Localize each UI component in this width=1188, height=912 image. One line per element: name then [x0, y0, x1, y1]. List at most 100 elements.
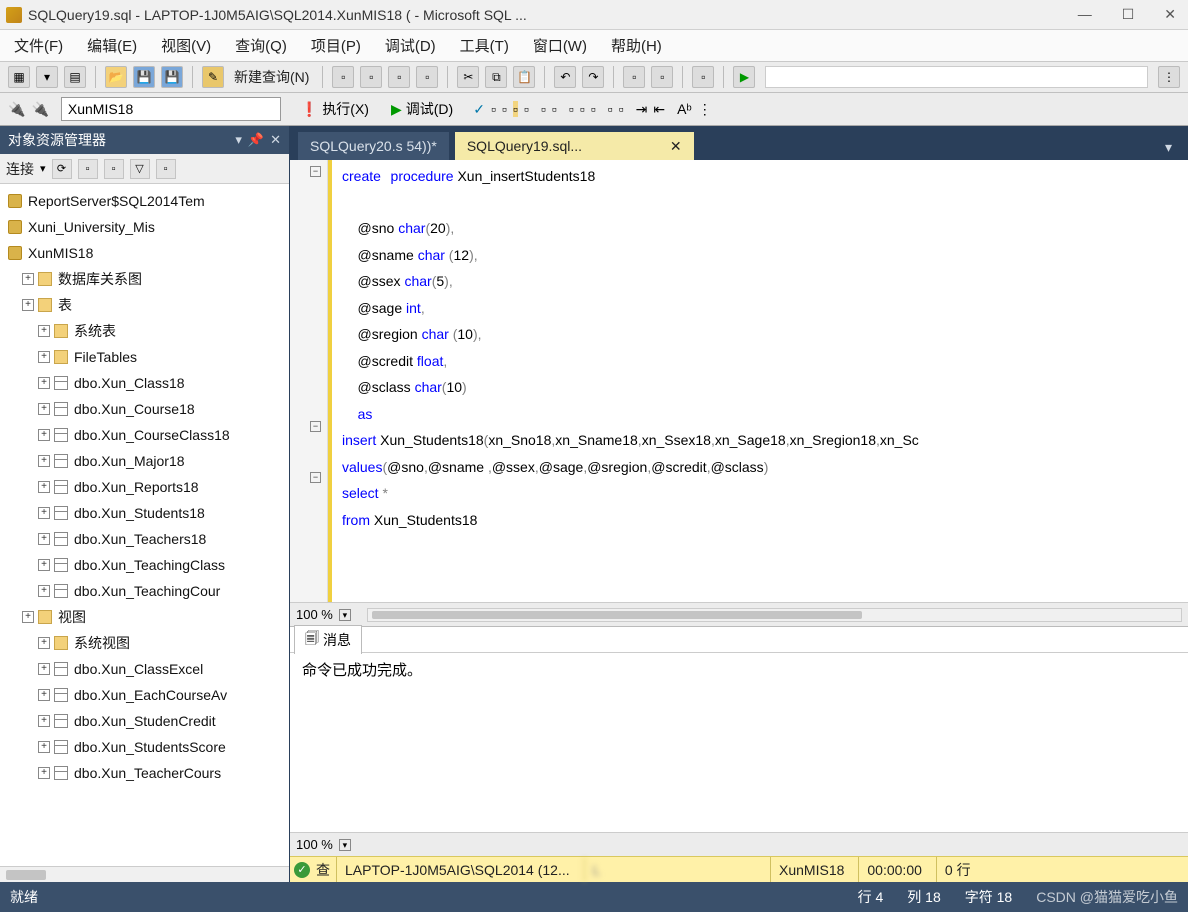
db-node[interactable]: ReportServer$SQL2014Tem [0, 188, 289, 214]
tree-node[interactable]: +系统视图 [0, 630, 289, 656]
ct-icon-5[interactable]: ▫ [156, 159, 176, 179]
tb2-icon-4[interactable]: ▫ [524, 101, 529, 117]
zoom-dropdown-icon[interactable]: ▾ [339, 609, 351, 621]
zoom-value[interactable]: 100 % [296, 607, 333, 622]
tree-node[interactable]: +系统表 [0, 318, 289, 344]
panel-close-icon[interactable]: ✕ [270, 132, 281, 148]
minimize-button[interactable]: — [1072, 6, 1098, 23]
db-node[interactable]: XunMIS18 [0, 240, 289, 266]
tb2-icon-5[interactable]: ▫ [541, 101, 546, 117]
tb-icon-5[interactable]: ▫ [623, 66, 645, 88]
dropdown-icon[interactable]: ▾ [235, 132, 242, 148]
tb-icon-3[interactable]: ▫ [388, 66, 410, 88]
fold-icon[interactable]: − [310, 421, 321, 432]
tb2-icon-3[interactable]: ▫ [513, 101, 518, 117]
tree-node[interactable]: +dbo.Xun_Major18 [0, 448, 289, 474]
db-node[interactable]: Xuni_University_Mis [0, 214, 289, 240]
connect-label[interactable]: 连接 [6, 159, 34, 179]
zoom-value[interactable]: 100 % [296, 837, 333, 852]
overflow2-icon[interactable]: ⋮ [698, 101, 712, 118]
menu-view[interactable]: 视图(V) [157, 33, 215, 58]
menu-query[interactable]: 查询(Q) [231, 33, 291, 58]
outdent-icon[interactable]: ⇤ [653, 101, 665, 118]
tree-node[interactable]: +数据库关系图 [0, 266, 289, 292]
fold-icon[interactable]: − [310, 472, 321, 483]
tree-node[interactable]: +dbo.Xun_TeachingCour [0, 578, 289, 604]
open-icon[interactable]: 📂 [105, 66, 127, 88]
connect-icon[interactable]: 🔌 [8, 101, 25, 118]
cut-icon[interactable]: ✂ [457, 66, 479, 88]
editor-horizontal-scrollbar[interactable] [367, 608, 1182, 622]
database-select[interactable] [61, 97, 281, 121]
new-icon[interactable]: ▦ [8, 66, 30, 88]
tb-icon-4[interactable]: ▫ [416, 66, 438, 88]
menu-help[interactable]: 帮助(H) [607, 33, 666, 58]
menu-file[interactable]: 文件(F) [10, 33, 67, 58]
tb2-icon-2[interactable]: ▫ [502, 101, 507, 117]
tb2-icon-10[interactable]: ▫ [608, 101, 613, 117]
tree-node[interactable]: +dbo.Xun_Reports18 [0, 474, 289, 500]
tb-icon-1[interactable]: ▫ [332, 66, 354, 88]
maximize-button[interactable]: ☐ [1116, 6, 1141, 23]
dropdown-icon[interactable]: ▾ [36, 66, 58, 88]
paste-icon[interactable]: 📋 [513, 66, 535, 88]
menu-tools[interactable]: 工具(T) [456, 33, 513, 58]
fold-icon[interactable]: − [310, 166, 321, 177]
tb-icon-7[interactable]: ▫ [692, 66, 714, 88]
debug-button[interactable]: ▶调试(D) [383, 97, 461, 121]
menu-debug[interactable]: 调试(D) [381, 33, 440, 58]
tab-overflow-icon[interactable]: ▾ [1157, 135, 1180, 160]
tree-node[interactable]: +dbo.Xun_Students18 [0, 500, 289, 526]
tree-node[interactable]: +dbo.Xun_StudenCredit [0, 708, 289, 734]
tree-node[interactable]: +dbo.Xun_Teachers18 [0, 526, 289, 552]
code-content[interactable]: create procedure Xun_insertStudents18 @s… [332, 160, 1188, 602]
saveall-icon[interactable]: 💾 [161, 66, 183, 88]
object-explorer-tree[interactable]: ReportServer$SQL2014Tem Xuni_University_… [0, 184, 289, 866]
tab-sqlquery19[interactable]: SQLQuery19.sql... ✕ [455, 132, 694, 160]
refresh-icon[interactable]: ⟳ [52, 159, 72, 179]
undo-icon[interactable]: ↶ [554, 66, 576, 88]
tree-node[interactable]: +表 [0, 292, 289, 318]
tb2-icon-8[interactable]: ▫ [580, 101, 585, 117]
tree-node[interactable]: +dbo.Xun_StudentsScore [0, 734, 289, 760]
tree-node[interactable]: +FileTables [0, 344, 289, 370]
menu-edit[interactable]: 编辑(E) [83, 33, 141, 58]
tab-sqlquery20[interactable]: SQLQuery20.s 54))* [298, 132, 449, 160]
filter-icon[interactable]: ▽ [130, 159, 150, 179]
menu-project[interactable]: 项目(P) [307, 33, 365, 58]
new-query-label[interactable]: 新建查询(N) [230, 67, 313, 87]
execute-button[interactable]: ❗执行(X) [293, 97, 377, 121]
pin-icon[interactable]: 📌 [248, 132, 264, 148]
search-box[interactable] [765, 66, 1148, 88]
grid-icon[interactable]: ▤ [64, 66, 86, 88]
tree-node[interactable]: +dbo.Xun_CourseClass18 [0, 422, 289, 448]
tb2-icon-9[interactable]: ▫ [591, 101, 596, 117]
tb2-icon-6[interactable]: ▫ [552, 101, 557, 117]
save-icon[interactable]: 💾 [133, 66, 155, 88]
tb2-icon-12[interactable]: Aᵇ [677, 101, 692, 117]
tree-horizontal-scrollbar[interactable] [0, 866, 289, 882]
copy-icon[interactable]: ⧉ [485, 66, 507, 88]
tb-icon-2[interactable]: ▫ [360, 66, 382, 88]
ct-icon-3[interactable]: ▫ [104, 159, 124, 179]
tree-node[interactable]: +视图 [0, 604, 289, 630]
play-icon[interactable]: ▶ [733, 66, 755, 88]
tree-node[interactable]: +dbo.Xun_Course18 [0, 396, 289, 422]
overflow-icon[interactable]: ⋮ [1158, 66, 1180, 88]
close-button[interactable]: ✕ [1158, 6, 1182, 23]
tb-icon-6[interactable]: ▫ [651, 66, 673, 88]
tree-node[interactable]: +dbo.Xun_EachCourseAv [0, 682, 289, 708]
menu-window[interactable]: 窗口(W) [529, 33, 591, 58]
parse-icon[interactable]: ✓ [473, 101, 485, 118]
new-query-icon[interactable]: ✎ [202, 66, 224, 88]
sql-editor[interactable]: − − − create procedure Xun_insertStudent… [290, 160, 1188, 602]
redo-icon[interactable]: ↷ [582, 66, 604, 88]
tree-node[interactable]: +dbo.Xun_TeacherCours [0, 760, 289, 786]
zoom-dropdown-icon[interactable]: ▾ [339, 839, 351, 851]
indent-icon[interactable]: ⇥ [636, 101, 648, 118]
tree-node[interactable]: +dbo.Xun_TeachingClass [0, 552, 289, 578]
messages-tab[interactable]: 🗐消息 [294, 625, 362, 654]
tree-node[interactable]: +dbo.Xun_ClassExcel [0, 656, 289, 682]
tb2-icon-7[interactable]: ▫ [569, 101, 574, 117]
tb2-icon-11[interactable]: ▫ [619, 101, 624, 117]
